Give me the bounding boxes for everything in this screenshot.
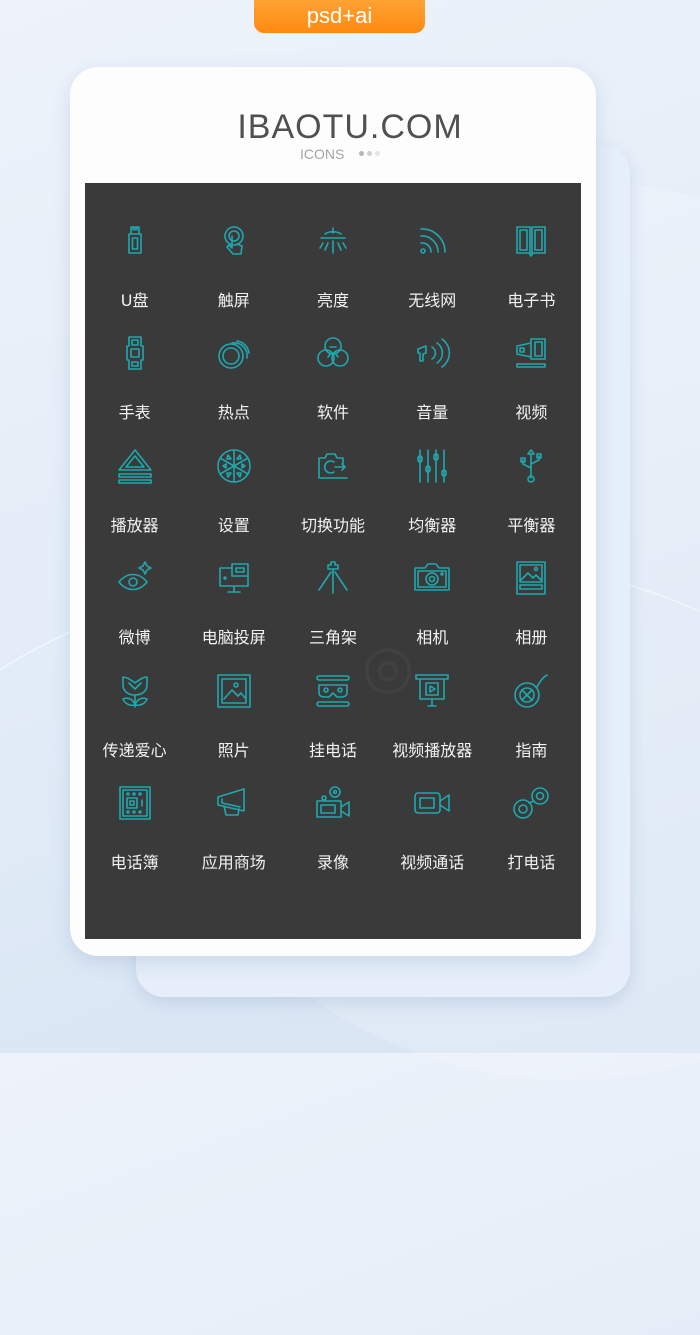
icon-label: U盘	[120, 291, 149, 310]
icon-grid: U盘 触屏 亮度 无线网 电子书 手表 热点 软件 音量 视频 播放器 设置 切…	[85, 221, 581, 895]
settings-icon	[216, 448, 251, 483]
album-icon	[516, 561, 547, 595]
touchscreen-icon	[223, 226, 244, 255]
phonebook-icon	[118, 786, 151, 820]
hang-up-icon	[316, 674, 350, 707]
video-call-icon	[414, 792, 450, 814]
icon-label: 平衡器	[507, 515, 556, 535]
icon-label: 触屏	[217, 291, 250, 310]
icon-cell[interactable]: 无线网	[383, 221, 482, 333]
video-player-icon	[415, 673, 449, 707]
icon-label: 热点	[217, 403, 250, 423]
icon-label: 电脑投屏	[201, 628, 266, 648]
icon-label: 相机	[416, 628, 449, 648]
subtitle: ICONS	[300, 146, 345, 162]
icon-cell[interactable]: 手表	[85, 333, 184, 445]
icon-cell[interactable]: 相机	[383, 558, 482, 670]
icon-cell[interactable]: 视频	[482, 333, 581, 445]
icon-label: 相册	[515, 628, 548, 648]
format-badge: psd+ai	[254, 0, 425, 33]
love-flower-icon	[121, 675, 148, 708]
icon-label: 挂电话	[308, 740, 357, 760]
icon-label: 应用商场	[201, 852, 266, 872]
recorder-icon	[316, 786, 350, 818]
icon-cell[interactable]: 平衡器	[482, 446, 581, 558]
icon-cell[interactable]: 切换功能	[283, 446, 382, 558]
icon-label: 播放器	[110, 515, 159, 535]
icon-cell[interactable]: 软件	[283, 333, 382, 445]
screen-cast-icon	[218, 563, 249, 593]
wifi-icon	[420, 228, 446, 254]
photo-icon	[216, 673, 251, 708]
watch-icon	[125, 336, 144, 371]
icon-label: 照片	[217, 740, 250, 760]
icon-cell[interactable]: 传递爱心	[85, 671, 184, 783]
icon-label: 亮度	[316, 291, 349, 310]
icon-cell[interactable]: 设置	[184, 446, 283, 558]
icon-cell[interactable]: 触屏	[184, 221, 283, 333]
pagination-dots	[359, 151, 380, 156]
dot-2	[367, 151, 372, 156]
icon-label: 三角架	[308, 628, 357, 648]
icon-cell[interactable]: U盘	[85, 221, 184, 333]
icon-label: 无线网	[408, 291, 457, 310]
usb-drive-icon	[127, 226, 142, 254]
icon-label: 视频播放器	[392, 740, 473, 760]
ebook-icon	[516, 226, 547, 257]
icon-label: 均衡器	[408, 515, 457, 535]
eject-player-icon	[117, 448, 152, 484]
icon-cell[interactable]: 指南	[482, 671, 581, 783]
icon-label: 音量	[416, 403, 449, 423]
switch-function-icon	[318, 452, 348, 479]
icon-label: 手表	[118, 403, 151, 423]
icon-cell[interactable]: 挂电话	[283, 671, 382, 783]
icon-label: 指南	[515, 740, 548, 760]
dot-1	[359, 151, 364, 156]
icon-panel: ◎ U盘 触屏 亮度 无线网 电子书 手表 热点	[85, 183, 581, 939]
icon-cell[interactable]: 微博	[85, 558, 184, 670]
balancer-icon	[520, 448, 543, 483]
icon-cell[interactable]: 电脑投屏	[184, 558, 283, 670]
icon-label: 切换功能	[300, 515, 365, 535]
icon-cell[interactable]: 电子书	[482, 221, 581, 333]
icon-cell[interactable]: 视频通话	[383, 783, 482, 895]
icon-label: 微博	[118, 628, 151, 648]
icon-cell[interactable]: 应用商场	[184, 783, 283, 895]
app-store-megaphone-icon	[216, 788, 245, 816]
dot-3	[375, 151, 380, 156]
call-icon	[513, 787, 550, 819]
weibo-eye-icon	[117, 561, 152, 591]
icon-label: 设置	[217, 515, 250, 535]
brightness-icon	[319, 227, 347, 254]
camera-icon	[414, 563, 450, 591]
hotspot-icon	[217, 340, 250, 370]
icon-label: 打电话	[507, 852, 556, 872]
software-icon	[317, 337, 349, 368]
video-icon	[516, 338, 547, 369]
icon-cell[interactable]: 播放器	[85, 446, 184, 558]
icon-cell[interactable]: 录像	[283, 783, 382, 895]
icon-cell[interactable]: 相册	[482, 558, 581, 670]
icon-label: 软件	[316, 403, 349, 423]
icon-label: 电子书	[507, 291, 556, 310]
icon-cell[interactable]: 亮度	[283, 221, 382, 333]
icon-cell[interactable]: 视频播放器	[383, 671, 482, 783]
tripod-icon	[318, 561, 348, 594]
icon-label: 传递爱心	[102, 740, 167, 760]
guide-icon	[514, 673, 549, 708]
icon-cell[interactable]: 均衡器	[383, 446, 482, 558]
brand-title: IBAOTU.COM	[237, 108, 463, 146]
icon-cell[interactable]: 热点	[184, 333, 283, 445]
icon-cell[interactable]: 打电话	[482, 783, 581, 895]
icon-cell[interactable]: 三角架	[283, 558, 382, 670]
volume-icon	[417, 338, 451, 369]
icon-label: 视频	[515, 403, 548, 423]
icon-cell[interactable]: 音量	[383, 333, 482, 445]
icon-label: 视频通话	[400, 852, 465, 872]
icon-label: 电话簿	[110, 852, 159, 872]
icon-cell[interactable]: 照片	[184, 671, 283, 783]
icon-cell[interactable]: 电话簿	[85, 783, 184, 895]
icon-label: 录像	[316, 852, 349, 872]
equalizer-icon	[417, 448, 447, 483]
